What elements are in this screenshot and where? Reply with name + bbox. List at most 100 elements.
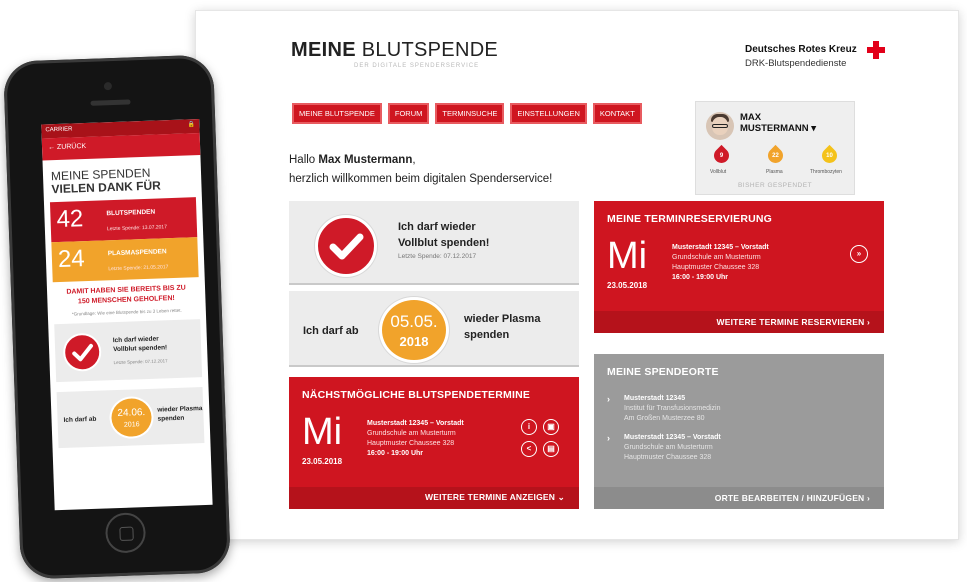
plasmaspenden-row[interactable]: 24 PLASMASPENDEN Letzte Spende: 21.05.20… <box>51 237 199 283</box>
place-line3: Am Großen Musterzee 80 <box>624 415 705 422</box>
plasma-count: 22 <box>772 153 779 159</box>
phone-plasma-date: 24.06. <box>117 407 146 420</box>
share-icon[interactable]: < <box>521 441 537 457</box>
plasma-year: 2018 <box>399 334 429 349</box>
brand-logo[interactable]: MEINE BLUTSPENDE <box>291 39 498 62</box>
vollblut-status-panel: Ich darf wieder Vollblut spenden! Letzte… <box>289 201 579 285</box>
donated-caption: BISHER GESPENDET <box>737 182 813 189</box>
nav-item-terminsuche[interactable]: TERMINSUCHE <box>435 103 505 124</box>
place-line2: Grundschule am Musterturm <box>624 444 713 451</box>
next-dates-line3: Hauptmuster Chaussee 328 <box>367 440 455 447</box>
phone-vollblut-line2: Vollblut spenden! <box>113 344 168 354</box>
plasma-label: Plasma <box>766 169 783 175</box>
place-line3: Hauptmuster Chaussee 328 <box>624 454 712 461</box>
edit-places-link[interactable]: ORTE BEARBEITEN / HINZUFÜGEN › <box>715 493 870 503</box>
nav-item-einstellungen[interactable]: EINSTELLUNGEN <box>510 103 587 124</box>
next-dates-time: 16:00 - 19:00 Uhr <box>367 450 424 457</box>
thrombozyten-label: Thrombozyten <box>810 169 842 175</box>
chevron-right-icon: › <box>607 394 610 404</box>
phone-plasma-card: Ich darf ab 24.06. 2016 wieder Plasma sp… <box>56 387 205 449</box>
phone-plasma-suffix: wieder Plasma spenden <box>157 404 203 424</box>
last-donation: Letzte Spende: 07.12.2017 <box>398 253 477 260</box>
smartphone: CARRIER 🔒 ← ZURÜCK MEINE SPENDEN VIELEN … <box>3 54 231 580</box>
chevron-right-icon: › <box>866 493 870 503</box>
show-more-dates-link[interactable]: WEITERE TERMINE ANZEIGEN ⌄ <box>425 492 565 503</box>
avatar <box>706 112 734 140</box>
reservation-place: Musterstadt 12345 – Vorstadt <box>672 244 769 251</box>
helped-line2: 150 MENSCHEN GEHOLFEN! <box>77 294 175 306</box>
plasma-suffix: wieder Plasma spenden <box>464 311 540 343</box>
nav-item-kontakt[interactable]: KONTAKT <box>592 103 642 124</box>
plasma-date: 05.05. <box>390 312 438 331</box>
website-window: MEINE BLUTSPENDE DER DIGITALE SPENDERSER… <box>195 10 959 540</box>
plasmaspenden-last: Letzte Spende: 21.05.2017 <box>108 264 169 273</box>
chevron-down-icon: ⌄ <box>557 492 565 502</box>
reservation-footer[interactable]: WEITERE TERMINE RESERVIEREN › <box>594 311 884 333</box>
chevron-down-icon: ▾ <box>811 123 817 134</box>
thrombozyten-count: 10 <box>826 153 833 159</box>
footnote: *Grundlage: Wie eine Blutspende bis zu 3… <box>71 307 182 317</box>
phone-plasma-right1: wieder Plasma <box>157 405 203 414</box>
place-item[interactable]: Musterstadt 12345 – Vorstadt Grundschule… <box>624 433 721 463</box>
next-dates-footer[interactable]: WEITERE TERMINE ANZEIGEN ⌄ <box>289 487 579 509</box>
reserve-more-label: WEITERE TERMINE RESERVIEREN <box>716 317 865 327</box>
reservation-address: Musterstadt 12345 – Vorstadt Grundschule… <box>672 243 769 283</box>
reservation-date: 23.05.2018 <box>607 281 648 290</box>
reservation-line3: Hauptmuster Chaussee 328 <box>672 264 760 271</box>
phone-title-line2: VIELEN DANK FÜR <box>51 178 162 197</box>
checkmark-icon <box>62 332 102 372</box>
plasma-right2: spenden <box>464 329 510 341</box>
phone-plasma-badge: 24.06. 2016 <box>108 395 155 440</box>
plasma-drop-icon: 22 <box>764 144 787 167</box>
nav-item-forum[interactable]: FORUM <box>387 103 430 124</box>
places-footer[interactable]: ORTE BEARBEITEN / HINZUFÜGEN › <box>594 487 884 509</box>
helped-line1: DAMIT HABEN SIE BEREITS BIS ZU <box>66 284 186 296</box>
calendar-icon[interactable]: ▣ <box>543 419 559 435</box>
phone-title: MEINE SPENDEN VIELEN DANK FÜR <box>51 166 161 196</box>
next-dates-place: Musterstadt 12345 – Vorstadt <box>367 420 464 427</box>
blutspenden-count: 42 <box>56 205 84 234</box>
nav-item-meine-blutspende[interactable]: MEINE BLUTSPENDE <box>292 103 382 124</box>
blutspenden-row[interactable]: 42 BLUTSPENDEN Letzte Spende: 13.07.2017 <box>49 197 198 243</box>
vollblut-drop-icon: 9 <box>710 144 733 167</box>
phone-vollblut-text: Ich darf wieder Vollblut spenden! <box>113 334 168 354</box>
next-dates-title: NÄCHSTMÖGLICHE BLUTSPENDETERMINE <box>302 389 531 401</box>
user-first-name: MAX <box>740 112 762 123</box>
place-name: Musterstadt 12345 <box>624 395 686 402</box>
phone-plasma-right2: spenden <box>157 414 185 423</box>
phone-screen: CARRIER 🔒 ← ZURÜCK MEINE SPENDEN VIELEN … <box>41 119 213 511</box>
place-item[interactable]: Musterstadt 12345 Institut für Transfusi… <box>624 394 721 424</box>
org-subtitle: DRK-Blutspendedienste <box>745 58 847 69</box>
plasmaspenden-count: 24 <box>57 245 86 274</box>
back-label: ZURÜCK <box>56 142 87 151</box>
phone-vollblut-card: Ich darf wieder Vollblut spenden! Letzte… <box>54 319 203 383</box>
home-button[interactable] <box>104 512 147 554</box>
camera-icon <box>103 82 113 91</box>
user-menu[interactable]: MAX MUSTERMANN ▾ <box>740 112 816 134</box>
vollblut-line2: Vollblut spenden! <box>398 237 490 249</box>
next-dates-address: Musterstadt 12345 – Vorstadt Grundschule… <box>367 419 464 459</box>
reservation-title: MEINE TERMINRESERVIERUNG <box>607 213 773 225</box>
phone-vollblut-last: Letzte Spende: 07.12.2017 <box>113 358 168 366</box>
places-title: MEINE SPENDEORTE <box>607 366 719 378</box>
brand-bold: MEINE <box>291 39 356 61</box>
next-dates-line2: Grundschule am Musterturm <box>367 430 456 437</box>
lock-icon: 🔒 <box>187 122 196 129</box>
reserve-more-link[interactable]: WEITERE TERMINE RESERVIEREN › <box>717 317 870 327</box>
back-button[interactable]: ← ZURÜCK <box>48 143 86 151</box>
plasma-status-panel: Ich darf ab 05.05. 2018 wieder Plasma sp… <box>289 291 579 367</box>
speaker-grille <box>90 99 131 106</box>
place-name: Musterstadt 12345 – Vorstadt <box>624 434 721 441</box>
edit-places-label: ORTE BEARBEITEN / HINZUFÜGEN <box>714 493 865 503</box>
forward-icon[interactable]: » <box>850 245 868 263</box>
info-icon[interactable]: i <box>521 419 537 435</box>
calendar-add-icon[interactable]: ▤ <box>543 441 559 457</box>
app-header: ← ZURÜCK <box>41 133 201 161</box>
blutspenden-label: BLUTSPENDEN <box>106 208 156 218</box>
place-line2: Institut für Transfusionsmedizin <box>624 405 721 412</box>
main-nav: MEINE BLUTSPENDE FORUM TERMINSUCHE EINST… <box>292 103 642 124</box>
next-dates-panel: NÄCHSTMÖGLICHE BLUTSPENDETERMINE Mi 23.0… <box>289 377 579 509</box>
org-name: Deutsches Rotes Kreuz <box>745 44 857 55</box>
user-last-name: MUSTERMANN <box>740 123 809 134</box>
thrombozyten-drop-icon: 10 <box>818 144 841 167</box>
